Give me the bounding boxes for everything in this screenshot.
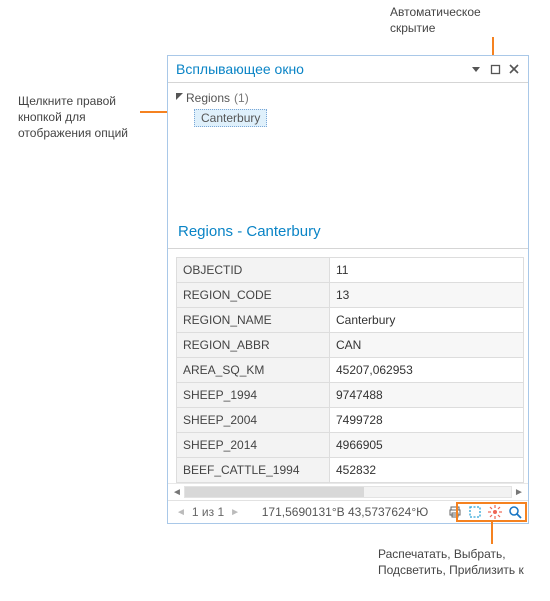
callout-tools-box [456, 502, 527, 522]
close-button[interactable] [506, 61, 522, 77]
attr-value: 9747488 [330, 383, 524, 408]
scroll-thumb[interactable] [185, 487, 364, 497]
table-row[interactable]: SHEEP_20047499728 [177, 408, 524, 433]
table-row[interactable]: REGION_CODE13 [177, 283, 524, 308]
table-row[interactable]: BEEF_CATTLE_1994452832 [177, 458, 524, 483]
tree-root-row[interactable]: Regions (1) [174, 89, 522, 107]
attr-name: SHEEP_2014 [177, 433, 330, 458]
attr-name: REGION_ABBR [177, 333, 330, 358]
options-dropdown-button[interactable] [468, 61, 484, 77]
nav-next-icon[interactable]: ► [228, 507, 242, 518]
attr-name: SHEEP_1994 [177, 383, 330, 408]
table-row[interactable]: SHEEP_20144966905 [177, 433, 524, 458]
scroll-track[interactable] [184, 486, 512, 498]
attr-value: 532238 [330, 483, 524, 484]
spacer [168, 129, 528, 219]
scroll-right-icon[interactable]: ► [512, 487, 526, 498]
tree-expander-icon[interactable] [174, 92, 184, 104]
panel-title: Всплывающее окно [176, 61, 465, 77]
attr-name: OBJECTID [177, 258, 330, 283]
table-row[interactable]: BEEF_CATTLE_2004532238 [177, 483, 524, 484]
attribute-table-wrap: OBJECTID11REGION_CODE13REGION_NAMECanter… [168, 249, 528, 483]
restore-window-button[interactable] [487, 61, 503, 77]
horizontal-scrollbar[interactable]: ◄ ► [168, 483, 528, 500]
attr-value: 11 [330, 258, 524, 283]
attr-value: CAN [330, 333, 524, 358]
popup-panel: Всплывающее окно Regions (1) Canterbury … [167, 55, 529, 524]
nav-prev-icon[interactable]: ◄ [174, 507, 188, 518]
tree-child-label: Canterbury [201, 111, 260, 125]
callout-autohide-text: Автоматическое скрытие [390, 5, 481, 35]
callout-rightclick: Щелкните правой кнопкой для отображения … [18, 93, 128, 142]
record-position: 1 из 1 [192, 505, 224, 519]
tree-child-item[interactable]: Canterbury [194, 109, 267, 127]
attr-value: 452832 [330, 458, 524, 483]
attribute-table: OBJECTID11REGION_CODE13REGION_NAMECanter… [176, 257, 524, 483]
callout-rightclick-text: Щелкните правой кнопкой для отображения … [18, 94, 128, 140]
attr-name: BEEF_CATTLE_2004 [177, 483, 330, 484]
attr-value: 7499728 [330, 408, 524, 433]
attr-value: 13 [330, 283, 524, 308]
tree-root-count: (1) [234, 91, 249, 105]
callout-autohide: Автоматическое скрытие [390, 4, 481, 36]
callout-tools-line [491, 522, 493, 544]
callout-autohide-line [492, 37, 494, 55]
table-row[interactable]: SHEEP_19949747488 [177, 383, 524, 408]
table-row[interactable]: REGION_NAMECanterbury [177, 308, 524, 333]
scroll-left-icon[interactable]: ◄ [170, 487, 184, 498]
feature-tree: Regions (1) Canterbury [168, 83, 528, 129]
table-row[interactable]: OBJECTID11 [177, 258, 524, 283]
attr-name: BEEF_CATTLE_1994 [177, 458, 330, 483]
attr-name: REGION_CODE [177, 283, 330, 308]
attr-value: Canterbury [330, 308, 524, 333]
table-row[interactable]: AREA_SQ_KM45207,062953 [177, 358, 524, 383]
coordinates-readout: 171,5690131°В 43,5737624°Ю [242, 505, 448, 519]
attr-value: 4966905 [330, 433, 524, 458]
callout-tools: Распечатать, Выбрать, Подсветить, Прибли… [378, 546, 524, 578]
tree-root-label: Regions [186, 91, 230, 105]
titlebar: Всплывающее окно [168, 56, 528, 83]
attr-value: 45207,062953 [330, 358, 524, 383]
attr-name: AREA_SQ_KM [177, 358, 330, 383]
record-navigator: ◄ 1 из 1 ► [174, 505, 242, 519]
table-row[interactable]: REGION_ABBRCAN [177, 333, 524, 358]
section-title: Regions - Canterbury [168, 219, 528, 249]
attr-name: SHEEP_2004 [177, 408, 330, 433]
attr-name: REGION_NAME [177, 308, 330, 333]
callout-tools-text: Распечатать, Выбрать, Подсветить, Прибли… [378, 547, 524, 577]
